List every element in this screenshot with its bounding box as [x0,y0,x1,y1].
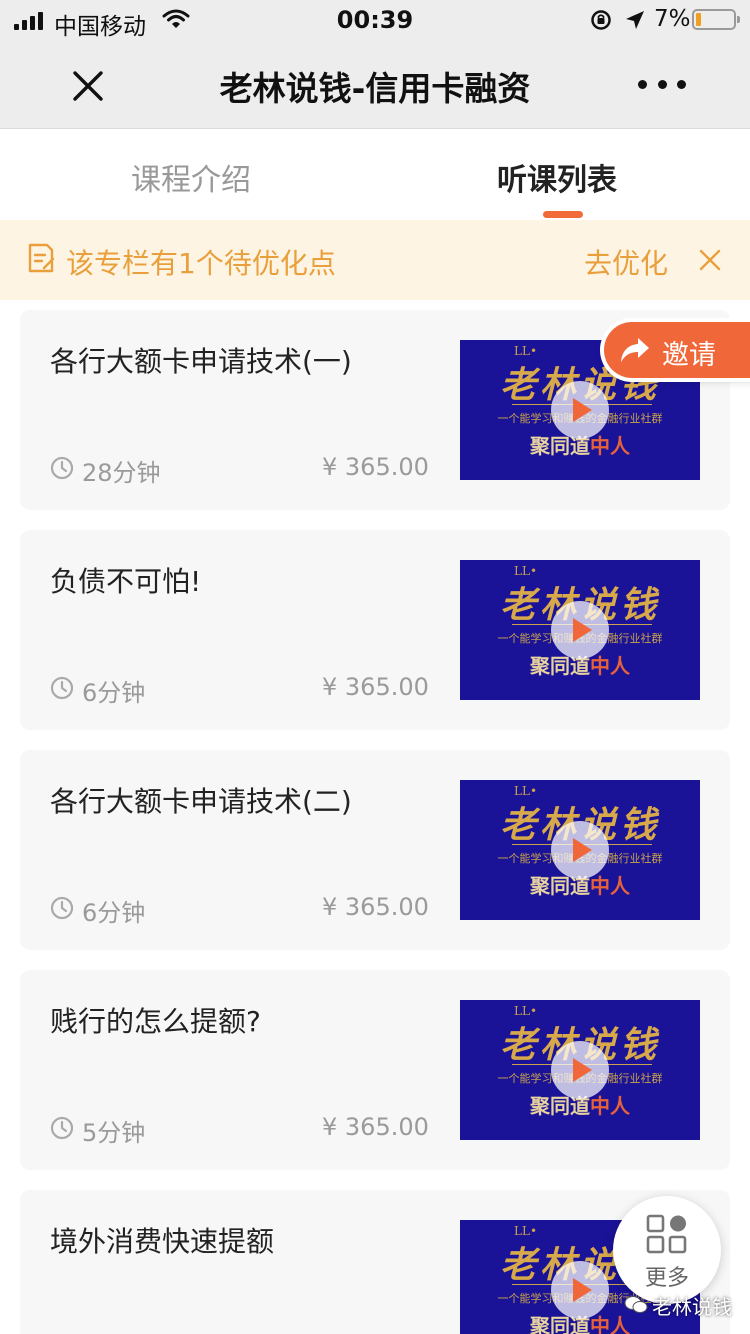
grid-apps-icon [646,1214,687,1254]
optimization-notice: 该专栏有1个待优化点 去优化 [0,220,750,300]
active-tab-indicator [543,211,583,218]
course-price: ¥ 365.00 [322,453,429,481]
battery-percent: 7% [654,6,691,32]
thumb-slogan-b: 中人 [590,874,630,898]
clock-icon [50,896,74,920]
course-title: 贱行的怎么提额? [50,1005,261,1038]
course-title: 负债不可怕! [50,565,202,598]
course-item[interactable]: 贱行的怎么提额? 5分钟 ¥ 365.00 LL• 老林说钱 一个能学习和赚钱的… [20,970,730,1170]
wechat-icon [624,1296,648,1313]
course-price: ¥ 365.00 [322,1113,429,1141]
course-price: ¥ 365.00 [322,893,429,921]
thumb-slogan-b: 中人 [590,1094,630,1118]
tab-lesson-list[interactable]: 听课列表 [497,155,617,199]
optimize-link[interactable]: 去优化 [584,242,668,282]
edit-note-icon [28,243,55,273]
close-icon[interactable] [698,248,722,272]
course-duration: 6分钟 [82,679,146,707]
status-bar: 中国移动 00:39 7% [0,0,750,40]
watermark: 老林说钱 [624,1290,732,1320]
clock-icon [50,456,74,480]
battery-icon [692,9,740,30]
course-duration: 5分钟 [82,1119,146,1147]
tab-course-intro[interactable]: 课程介绍 [131,155,251,199]
more-dots-icon[interactable] [638,68,686,100]
course-title: 各行大额卡申请技术(二) [50,785,352,818]
course-list: 各行大额卡申请技术(一) 28分钟 ¥ 365.00 LL• 老林说钱 一个能学… [0,300,750,1334]
location-icon [626,11,644,29]
thumb-slogan-b: 中人 [590,434,630,458]
rotation-lock-icon [591,10,611,30]
invite-button[interactable]: 邀请 [604,322,750,378]
invite-label: 邀请 [662,340,716,371]
play-icon[interactable] [551,1261,609,1319]
clock-icon [50,1116,74,1140]
course-thumbnail[interactable]: LL• 老林说钱 一个能学习和赚钱的金融行业社群 聚同道中人 [460,780,700,920]
more-label: 更多 [644,1266,689,1291]
course-title: 各行大额卡申请技术(一) [50,345,352,378]
play-icon[interactable] [551,1041,609,1099]
watermark-text: 老林说钱 [652,1294,732,1319]
play-icon[interactable] [551,821,609,879]
share-arrow-icon [621,338,649,362]
more-button[interactable]: 更多 [613,1196,721,1304]
course-item[interactable]: 负债不可怕! 6分钟 ¥ 365.00 LL• 老林说钱 一个能学习和赚钱的金融… [20,530,730,730]
course-duration: 28分钟 [82,459,161,487]
play-icon[interactable] [551,381,609,439]
play-icon[interactable] [551,601,609,659]
nav-bar: 老林说钱-信用卡融资 [0,40,750,129]
course-thumbnail[interactable]: LL• 老林说钱 一个能学习和赚钱的金融行业社群 聚同道中人 [460,1000,700,1140]
course-duration: 6分钟 [82,899,146,927]
course-item[interactable]: 各行大额卡申请技术(二) 6分钟 ¥ 365.00 LL• 老林说钱 一个能学习… [20,750,730,950]
course-price: ¥ 365.00 [322,673,429,701]
course-title: 境外消费快速提额 [50,1225,275,1258]
thumb-slogan-b: 中人 [590,654,630,678]
tab-bar: 课程介绍 听课列表 [0,129,750,220]
notice-text: 该专栏有1个待优化点 [66,247,336,280]
clock-icon [50,676,74,700]
course-thumbnail[interactable]: LL• 老林说钱 一个能学习和赚钱的金融行业社群 聚同道中人 [460,560,700,700]
